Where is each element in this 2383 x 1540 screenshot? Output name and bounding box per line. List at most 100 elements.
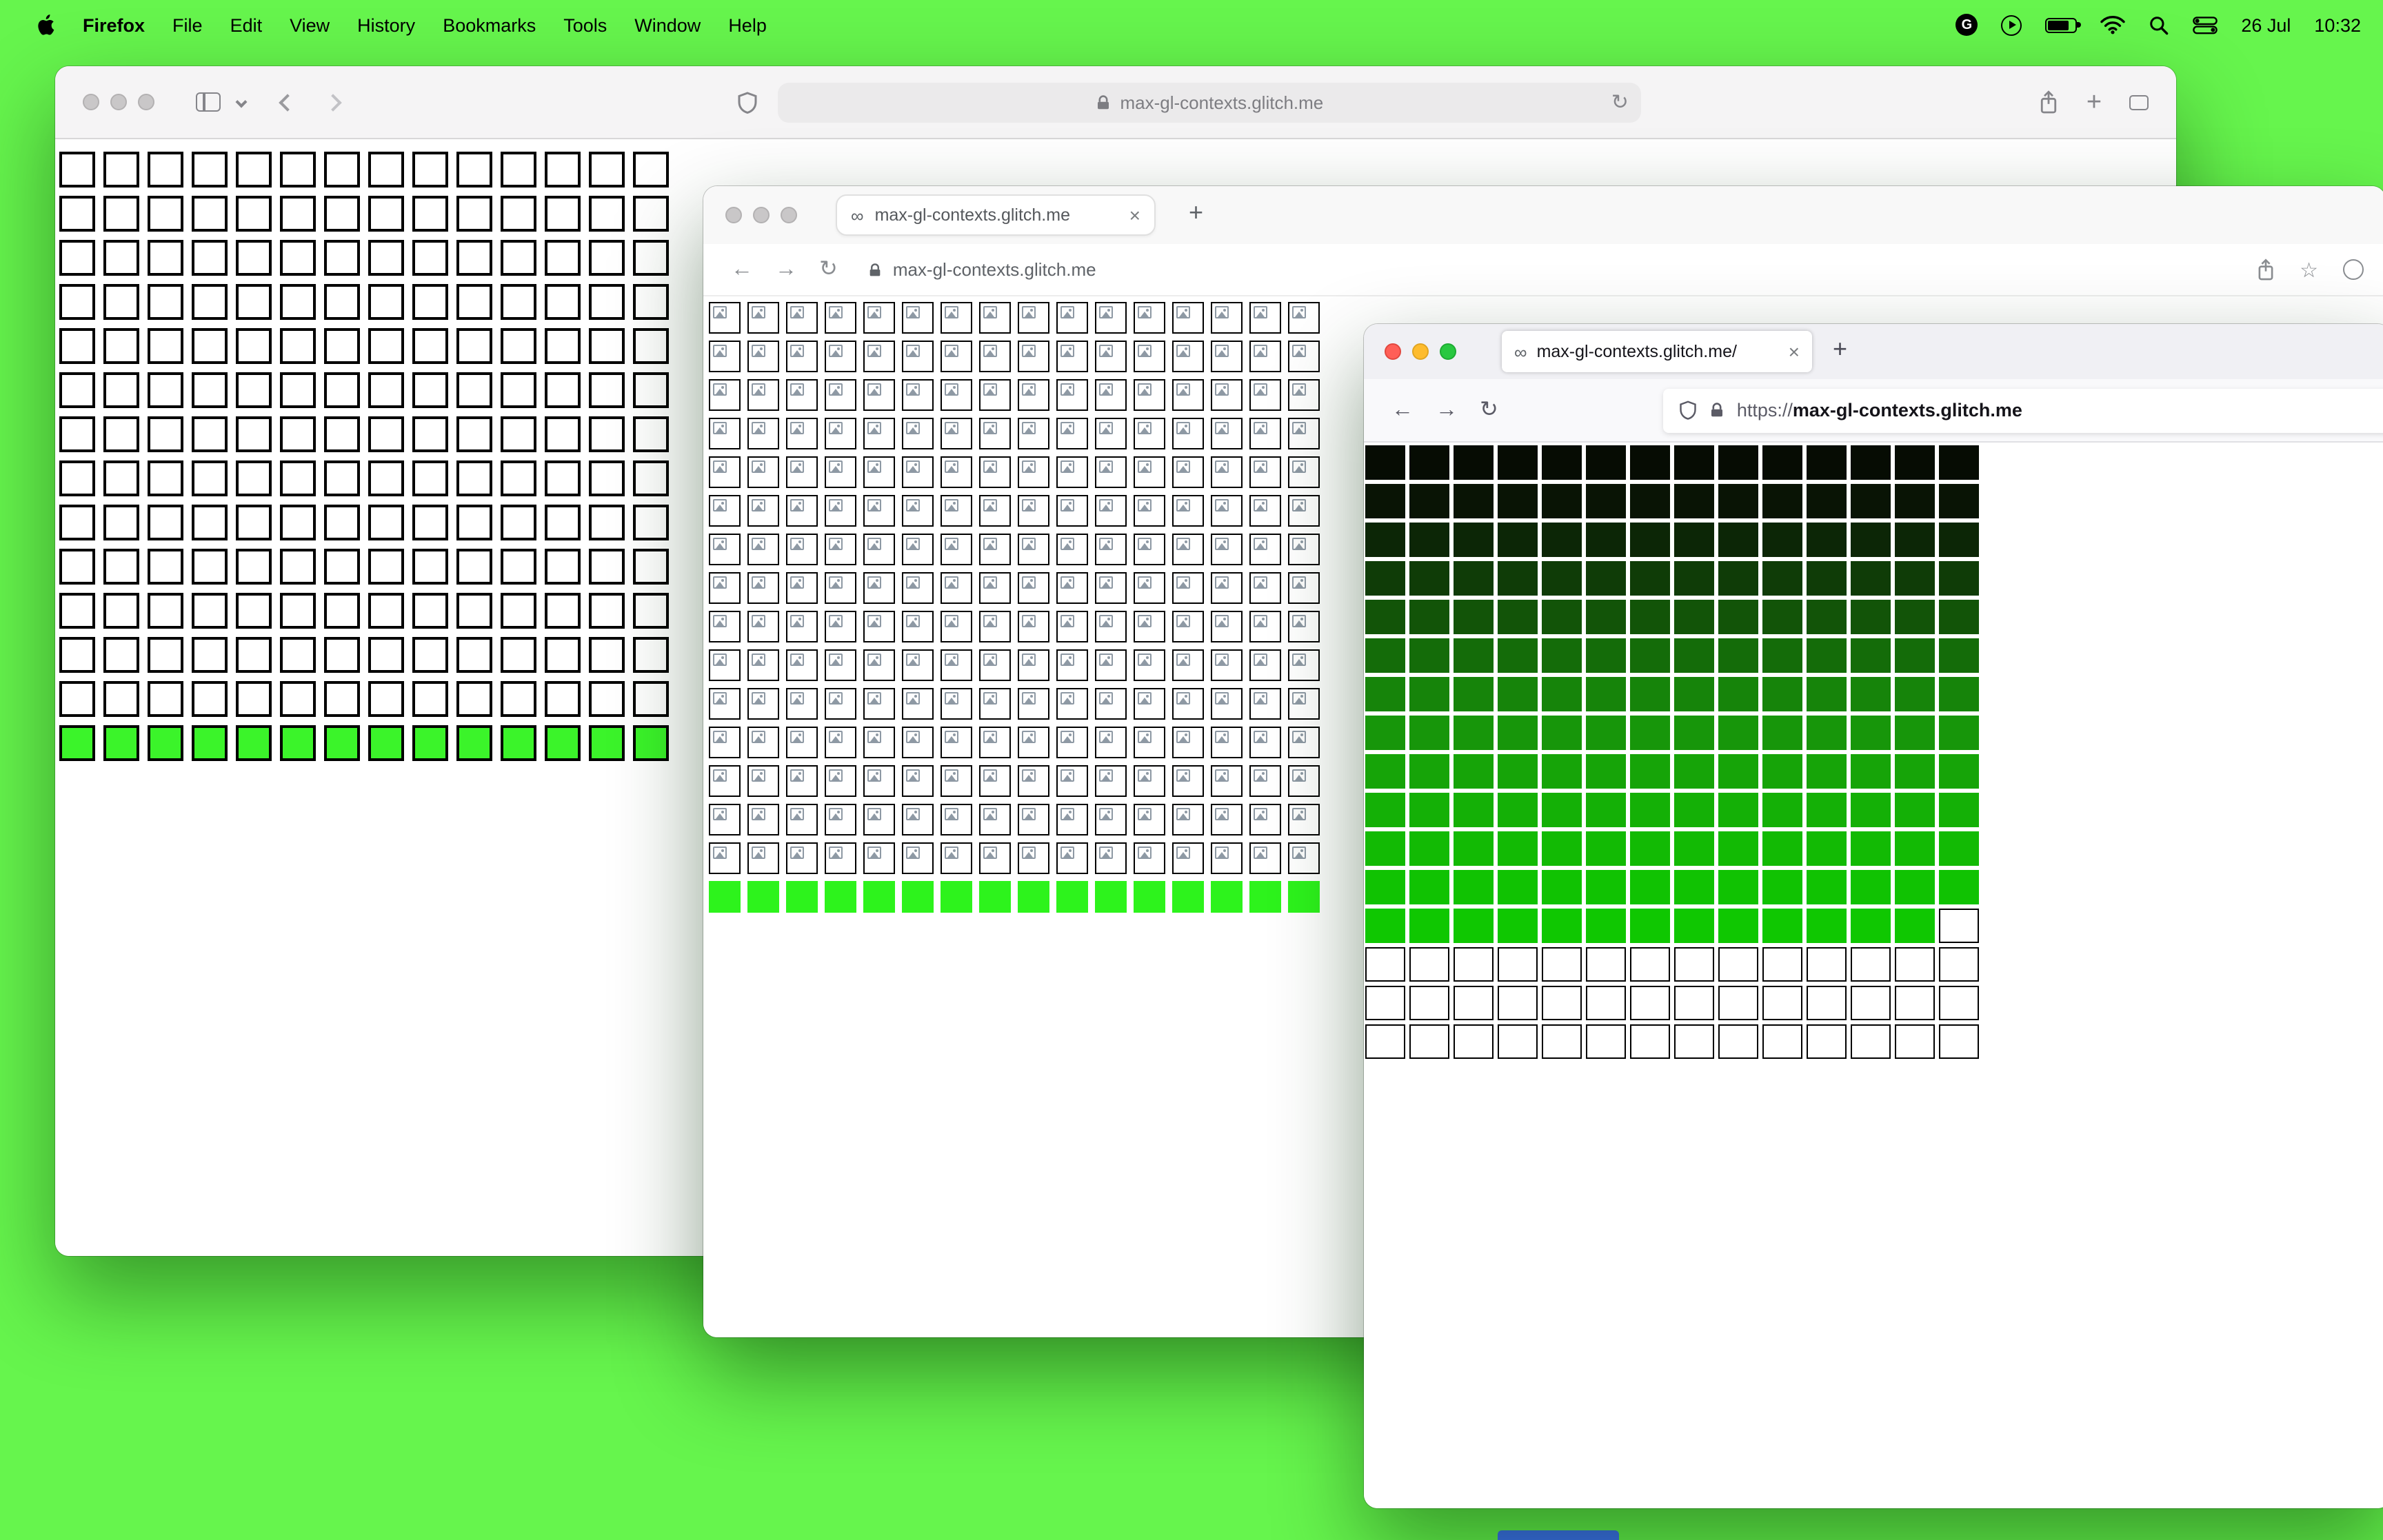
menu-bar-clock[interactable]: 10:32 <box>2314 14 2361 35</box>
menu-window[interactable]: Window <box>621 14 714 35</box>
zoom-window-button[interactable] <box>138 94 154 110</box>
canvas-cell <box>545 593 581 629</box>
share-button[interactable] <box>2255 258 2275 281</box>
bookmark-star-icon[interactable]: ☆ <box>2300 257 2318 282</box>
spotlight-icon[interactable] <box>2149 14 2169 35</box>
privacy-report-button[interactable] <box>736 90 758 114</box>
close-window-button[interactable] <box>1385 343 1401 360</box>
canvas-cell <box>545 372 581 408</box>
menu-tools[interactable]: Tools <box>550 14 621 35</box>
canvas-cell <box>280 637 316 673</box>
canvas-cell <box>368 152 404 188</box>
menu-file[interactable]: File <box>159 14 217 35</box>
menu-app-name[interactable]: Firefox <box>69 14 159 35</box>
firefox-window[interactable]: ∞ max-gl-contexts.glitch.me/ × + ← → ↻ h… <box>1364 324 2383 1508</box>
canvas-cell <box>902 534 934 565</box>
address-bar[interactable]: max-gl-contexts.glitch.me <box>868 259 1096 280</box>
broken-image-icon <box>945 576 958 589</box>
forward-button[interactable]: → <box>1425 398 1469 421</box>
canvas-cell <box>1674 523 1714 557</box>
canvas-cell <box>589 505 625 540</box>
back-button[interactable]: ← <box>1380 398 1425 421</box>
broken-image-icon <box>829 422 843 434</box>
broken-image-icon <box>713 615 727 627</box>
reload-button[interactable]: ↻ <box>819 258 838 281</box>
grammarly-icon[interactable]: G <box>1955 14 1978 36</box>
canvas-cell <box>589 152 625 188</box>
new-tab-button[interactable]: + <box>1833 335 1847 364</box>
canvas-cell <box>368 549 404 585</box>
minimize-window-button[interactable] <box>753 207 770 223</box>
canvas-cell <box>412 593 448 629</box>
tab-max-gl-contexts[interactable]: ∞ max-gl-contexts.glitch.me × <box>836 194 1156 236</box>
broken-image-icon <box>1060 306 1074 318</box>
tab-max-gl-contexts[interactable]: ∞ max-gl-contexts.glitch.me/ × <box>1502 331 1812 372</box>
canvas-cell <box>324 152 360 188</box>
close-tab-icon[interactable]: × <box>1789 341 1800 363</box>
broken-image-icon <box>1138 576 1152 589</box>
canvas-cell <box>1718 445 1758 480</box>
canvas-cell <box>1249 881 1281 913</box>
canvas-cell <box>1674 870 1714 904</box>
canvas-cell <box>59 328 95 364</box>
wifi-icon[interactable] <box>2100 15 2126 34</box>
canvas-cell <box>979 534 1011 565</box>
new-tab-button[interactable]: + <box>2087 89 2102 115</box>
control-center-icon[interactable] <box>2193 16 2218 34</box>
zoom-window-button[interactable] <box>781 207 797 223</box>
broken-image-icon <box>1022 692 1036 705</box>
reload-icon[interactable]: ↻ <box>1611 90 1629 114</box>
minimize-window-button[interactable] <box>110 94 127 110</box>
canvas-cell <box>103 593 139 629</box>
tab-group-chevron-button[interactable] <box>235 96 248 108</box>
canvas-cell <box>1409 600 1449 634</box>
broken-image-icon <box>829 654 843 666</box>
canvas-cell <box>1939 600 1979 634</box>
canvas-cell <box>280 196 316 232</box>
forward-button[interactable] <box>324 93 342 111</box>
share-icon <box>2258 259 2273 281</box>
canvas-cell <box>709 804 741 835</box>
apple-menu[interactable] <box>22 14 69 36</box>
sidebar-toggle-button[interactable] <box>196 92 221 112</box>
now-playing-icon[interactable] <box>2001 14 2022 35</box>
menu-bookmarks[interactable]: Bookmarks <box>429 14 550 35</box>
canvas-cell <box>1018 302 1049 334</box>
canvas-cell <box>1542 716 1582 750</box>
extensions-icon[interactable] <box>2343 259 2364 280</box>
canvas-cell <box>979 302 1011 334</box>
menu-view[interactable]: View <box>276 14 343 35</box>
canvas-cell <box>192 549 228 585</box>
canvas-cell <box>1211 881 1243 913</box>
canvas-cell <box>825 611 856 642</box>
close-tab-icon[interactable]: × <box>1129 204 1140 226</box>
tab-overview-button[interactable] <box>2129 89 2155 110</box>
address-bar[interactable]: https://max-gl-contexts.glitch.me <box>1663 388 2383 432</box>
close-window-button[interactable] <box>725 207 742 223</box>
zoom-window-button[interactable] <box>1440 343 1456 360</box>
canvas-cell <box>1586 754 1626 789</box>
battery-icon[interactable] <box>2045 17 2081 32</box>
back-button[interactable] <box>279 93 296 111</box>
canvas-cell <box>747 842 779 874</box>
canvas-cell <box>1134 649 1165 681</box>
menu-history[interactable]: History <box>343 14 429 35</box>
new-tab-button[interactable]: + <box>1189 199 1203 227</box>
canvas-cell <box>501 549 536 585</box>
broken-image-icon <box>1215 576 1229 589</box>
minimize-window-button[interactable] <box>1412 343 1429 360</box>
share-button[interactable] <box>2038 90 2059 114</box>
reload-button[interactable]: ↻ <box>1469 398 1509 421</box>
menu-edit[interactable]: Edit <box>217 14 276 35</box>
broken-image-icon <box>1176 615 1190 627</box>
back-button[interactable]: ← <box>731 258 753 281</box>
menu-bar-date[interactable]: 26 Jul <box>2241 14 2291 35</box>
apple-icon <box>38 14 54 35</box>
close-window-button[interactable] <box>83 94 99 110</box>
menu-help[interactable]: Help <box>714 14 781 35</box>
forward-button[interactable]: → <box>775 258 797 281</box>
canvas-cell <box>1807 716 1847 750</box>
address-bar[interactable]: max-gl-contexts.glitch.me ↻ <box>777 82 1641 122</box>
canvas-cell <box>1095 649 1127 681</box>
canvas-cell <box>1762 600 1802 634</box>
